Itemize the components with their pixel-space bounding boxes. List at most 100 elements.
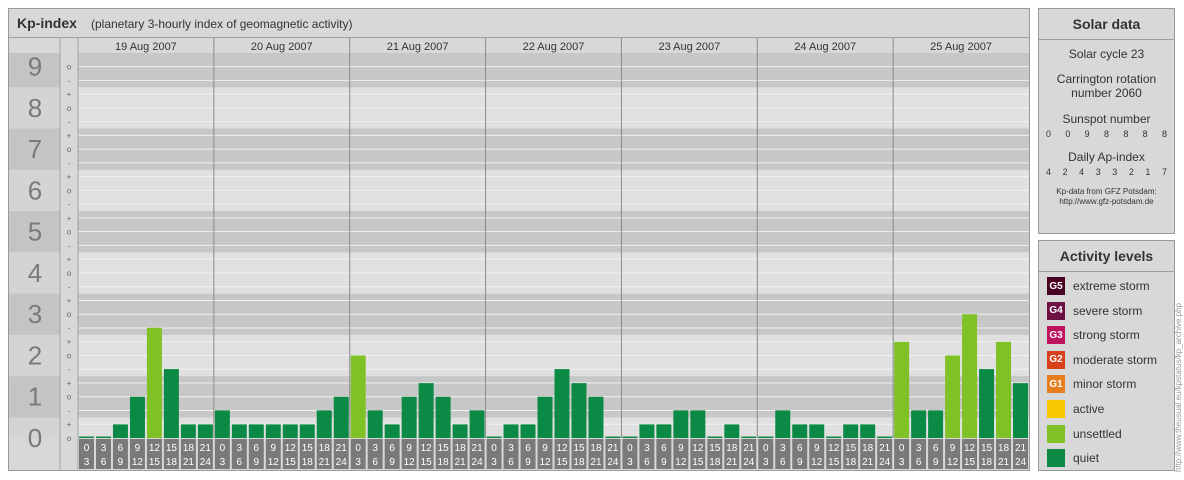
kp-bar (333, 396, 349, 438)
hour-end-label: 15 (285, 457, 297, 468)
y-tick-label: 0 (28, 423, 42, 453)
hour-start-label: 12 (828, 443, 840, 454)
day-label: 19 Aug 2007 (115, 41, 177, 53)
level-label: quiet (1073, 451, 1100, 466)
hour-end-label: 18 (981, 457, 993, 468)
hour-start-label: 9 (950, 443, 956, 454)
sublevel-mark: + (67, 214, 72, 223)
hour-start-label: 12 (285, 443, 297, 454)
hour-end-label: 12 (675, 457, 687, 468)
sublevel-mark: o (67, 310, 72, 319)
hour-start-label: 21 (200, 443, 212, 454)
hour-end-label: 9 (389, 457, 395, 468)
kp-bar (843, 424, 859, 438)
hour-end-label: 21 (455, 457, 467, 468)
hour-start-label: 9 (814, 443, 820, 454)
sunspot-value: 8 (1123, 129, 1129, 139)
hour-end-label: 3 (355, 457, 361, 468)
hour-end-label: 12 (539, 457, 551, 468)
kp-bar (673, 410, 689, 438)
hour-start-label: 0 (84, 443, 90, 454)
sublevel-mark: - (68, 365, 71, 374)
hour-start-label: 15 (981, 443, 993, 454)
hour-end-label: 3 (491, 457, 497, 468)
y-tick-label: 9 (28, 52, 42, 82)
hour-end-label: 6 (101, 457, 107, 468)
y-tick-label: 3 (28, 299, 42, 329)
sublevel-mark: o (67, 104, 72, 113)
sublevel-mark: - (68, 200, 71, 209)
kp-bar (1013, 383, 1028, 438)
hour-end-label: 12 (404, 457, 416, 468)
kp-bar (809, 424, 825, 438)
sunspot-values: 0 0 9 8 8 8 8 (1039, 129, 1174, 139)
sublevel-mark: - (68, 324, 71, 333)
kp-bar (248, 424, 264, 438)
sublevel-mark: o (67, 434, 72, 443)
y-tick-label: 5 (28, 217, 42, 247)
hour-start-label: 12 (692, 443, 704, 454)
day-label: 22 Aug 2007 (523, 41, 585, 53)
sunspot-value: 8 (1103, 129, 1109, 139)
hour-start-label: 12 (421, 443, 433, 454)
level-label: moderate storm (1073, 352, 1158, 367)
ap-value: 3 (1112, 167, 1118, 177)
kp-bar (418, 383, 434, 438)
hour-end-label: 15 (149, 457, 161, 468)
hour-end-label: 21 (998, 457, 1010, 468)
sublevel-mark: - (68, 159, 71, 168)
hour-end-label: 21 (183, 457, 195, 468)
sunspot-value: 0 (1065, 129, 1071, 139)
kp-band (78, 53, 1029, 88)
hour-end-label: 21 (862, 457, 874, 468)
sublevel-mark: - (68, 406, 71, 415)
kp-bar (367, 410, 383, 438)
kp-bar (452, 424, 468, 438)
hour-start-label: 9 (271, 443, 277, 454)
kp-bar (520, 424, 536, 438)
hour-start-label: 18 (726, 443, 738, 454)
hour-end-label: 21 (590, 457, 602, 468)
hour-start-label: 18 (862, 443, 874, 454)
hour-end-label: 9 (933, 457, 939, 468)
level-label: severe storm (1073, 303, 1143, 318)
sublevel-mark: - (68, 283, 71, 292)
hour-end-label: 18 (166, 457, 178, 468)
kp-bar (265, 424, 281, 438)
kp-bar (826, 436, 842, 438)
carrington-rotation-number: number 2060 (1071, 86, 1142, 100)
hour-start-label: 15 (166, 443, 178, 454)
hour-end-label: 6 (508, 457, 514, 468)
y-tick-label: 6 (28, 175, 42, 205)
hour-start-label: 12 (556, 443, 568, 454)
kp-bar (911, 410, 927, 438)
hour-start-label: 3 (372, 443, 378, 454)
level-swatch: G2 (1047, 350, 1065, 369)
level-swatch: G5 (1047, 277, 1065, 295)
sunspot-label: Sunspot number (1062, 112, 1151, 126)
kp-bar (775, 410, 791, 438)
kp-bar (180, 424, 196, 438)
hour-start-label: 9 (678, 443, 684, 454)
solar-data-panel: Solar data Solar cycle 23 Carrington rot… (1038, 8, 1175, 234)
hour-start-label: 12 (149, 443, 161, 454)
hour-start-label: 3 (644, 443, 650, 454)
ap-value: 4 (1046, 167, 1052, 177)
hour-end-label: 9 (797, 457, 803, 468)
activity-level-row: G5 extreme storm (1047, 277, 1150, 295)
sunspot-value: 9 (1084, 129, 1090, 139)
solar-cycle: Solar cycle 23 (1068, 47, 1145, 61)
hour-end-label: 12 (132, 457, 144, 468)
kp-bar (622, 436, 638, 438)
archive-url-credit: http://www.theusual.eu/kpstatus/kp_archi… (1174, 303, 1183, 472)
hour-start-label: 18 (455, 443, 467, 454)
hour-end-label: 3 (899, 457, 905, 468)
activity-level-row: G3 strong storm (1047, 326, 1140, 345)
hour-end-label: 24 (472, 457, 484, 468)
y-tick-label: 4 (28, 258, 42, 288)
activity-level-row: G1 minor storm (1047, 375, 1136, 394)
ap-index-values: 4 2 4 3 3 2 1 7 (1039, 167, 1174, 177)
hour-end-label: 12 (947, 457, 959, 468)
sublevel-mark: o (67, 393, 72, 402)
ap-index-label: Daily Ap-index (1068, 150, 1145, 164)
